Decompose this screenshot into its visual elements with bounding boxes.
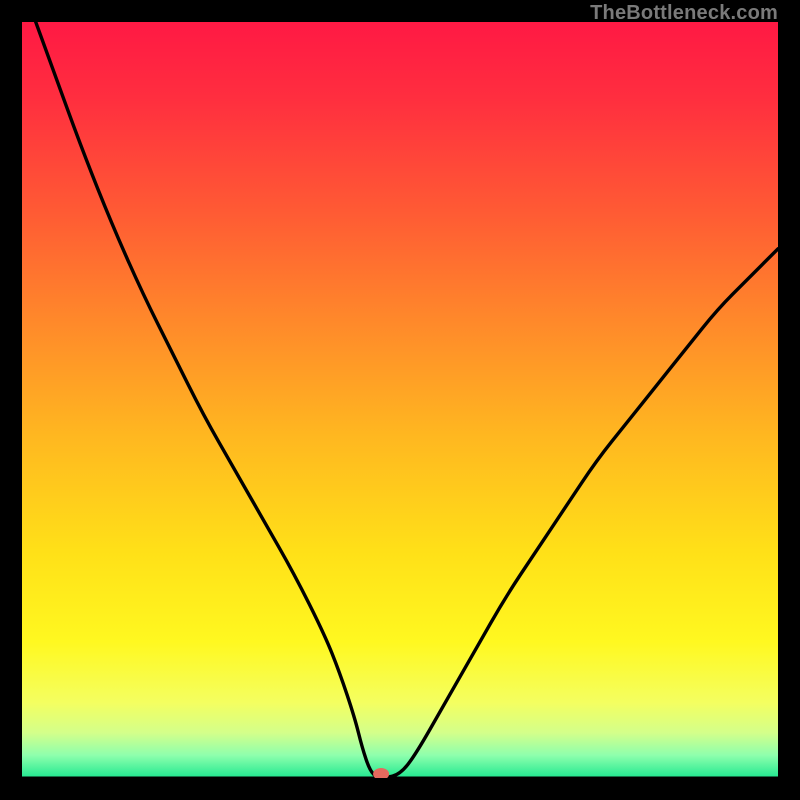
watermark-text: TheBottleneck.com — [590, 2, 778, 25]
outer-frame: TheBottleneck.com — [0, 0, 800, 800]
plot-area — [22, 22, 778, 778]
optimum-marker — [373, 768, 389, 778]
bottleneck-curve — [22, 22, 778, 778]
